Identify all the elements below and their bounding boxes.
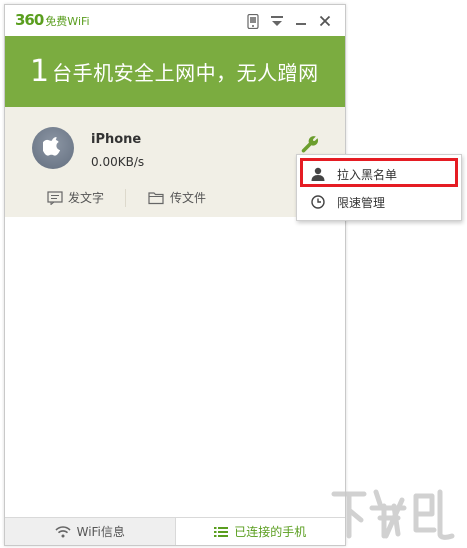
status-banner: 1 台手机安全上网中，无人蹭网 bbox=[5, 36, 345, 107]
send-file-label: 传文件 bbox=[170, 191, 207, 205]
menu-item-blacklist[interactable]: 拉入黑名单 bbox=[297, 160, 461, 188]
apple-icon bbox=[32, 127, 74, 169]
menu-dropdown-icon[interactable] bbox=[269, 13, 285, 29]
context-menu: 拉入黑名单 限速管理 bbox=[296, 154, 462, 221]
phone-icon[interactable] bbox=[245, 13, 261, 29]
tab-connected-phones-label: 已连接的手机 bbox=[234, 525, 307, 539]
close-icon[interactable] bbox=[317, 13, 333, 29]
device-speed: 0.00KB/s bbox=[91, 155, 145, 169]
logo-text: 免费WiFi bbox=[45, 15, 90, 28]
menu-item-speed-limit-label: 限速管理 bbox=[337, 195, 386, 210]
menu-item-speed-limit[interactable]: 限速管理 bbox=[297, 188, 461, 216]
folder-icon bbox=[148, 191, 164, 204]
watermark-logo bbox=[331, 489, 455, 540]
banner-message: 台手机安全上网中，无人蹭网 bbox=[52, 61, 319, 85]
clock-icon bbox=[311, 195, 325, 209]
wifi-icon bbox=[55, 525, 71, 537]
main-window: 360 免费WiFi 1 台手机安全上网中，无人蹭网 iPhone 0.00KB… bbox=[4, 4, 346, 546]
wrench-icon[interactable] bbox=[300, 134, 320, 154]
send-text-button[interactable]: 发文字 bbox=[47, 189, 104, 206]
menu-item-blacklist-label: 拉入黑名单 bbox=[337, 167, 398, 182]
connected-count: 1 bbox=[30, 53, 50, 89]
tab-connected-phones[interactable]: 已连接的手机 bbox=[175, 518, 345, 545]
send-text-label: 发文字 bbox=[68, 191, 105, 205]
chat-icon bbox=[47, 190, 63, 205]
device-card: iPhone 0.00KB/s 发文字 传文件 bbox=[5, 107, 345, 217]
device-name: iPhone bbox=[91, 132, 142, 147]
minimize-icon[interactable] bbox=[293, 13, 309, 29]
tab-wifi-info[interactable]: WiFi信息 bbox=[5, 518, 176, 545]
bottom-tabs: WiFi信息 已连接的手机 bbox=[5, 517, 345, 545]
list-icon bbox=[214, 526, 229, 537]
content-area bbox=[5, 217, 345, 517]
tab-wifi-info-label: WiFi信息 bbox=[76, 525, 125, 539]
logo-number: 360 bbox=[15, 11, 44, 29]
title-bar: 360 免费WiFi bbox=[5, 5, 345, 36]
user-icon bbox=[311, 167, 325, 181]
action-divider bbox=[125, 189, 126, 207]
app-logo: 360 免费WiFi bbox=[15, 11, 90, 29]
send-file-button[interactable]: 传文件 bbox=[148, 189, 206, 206]
